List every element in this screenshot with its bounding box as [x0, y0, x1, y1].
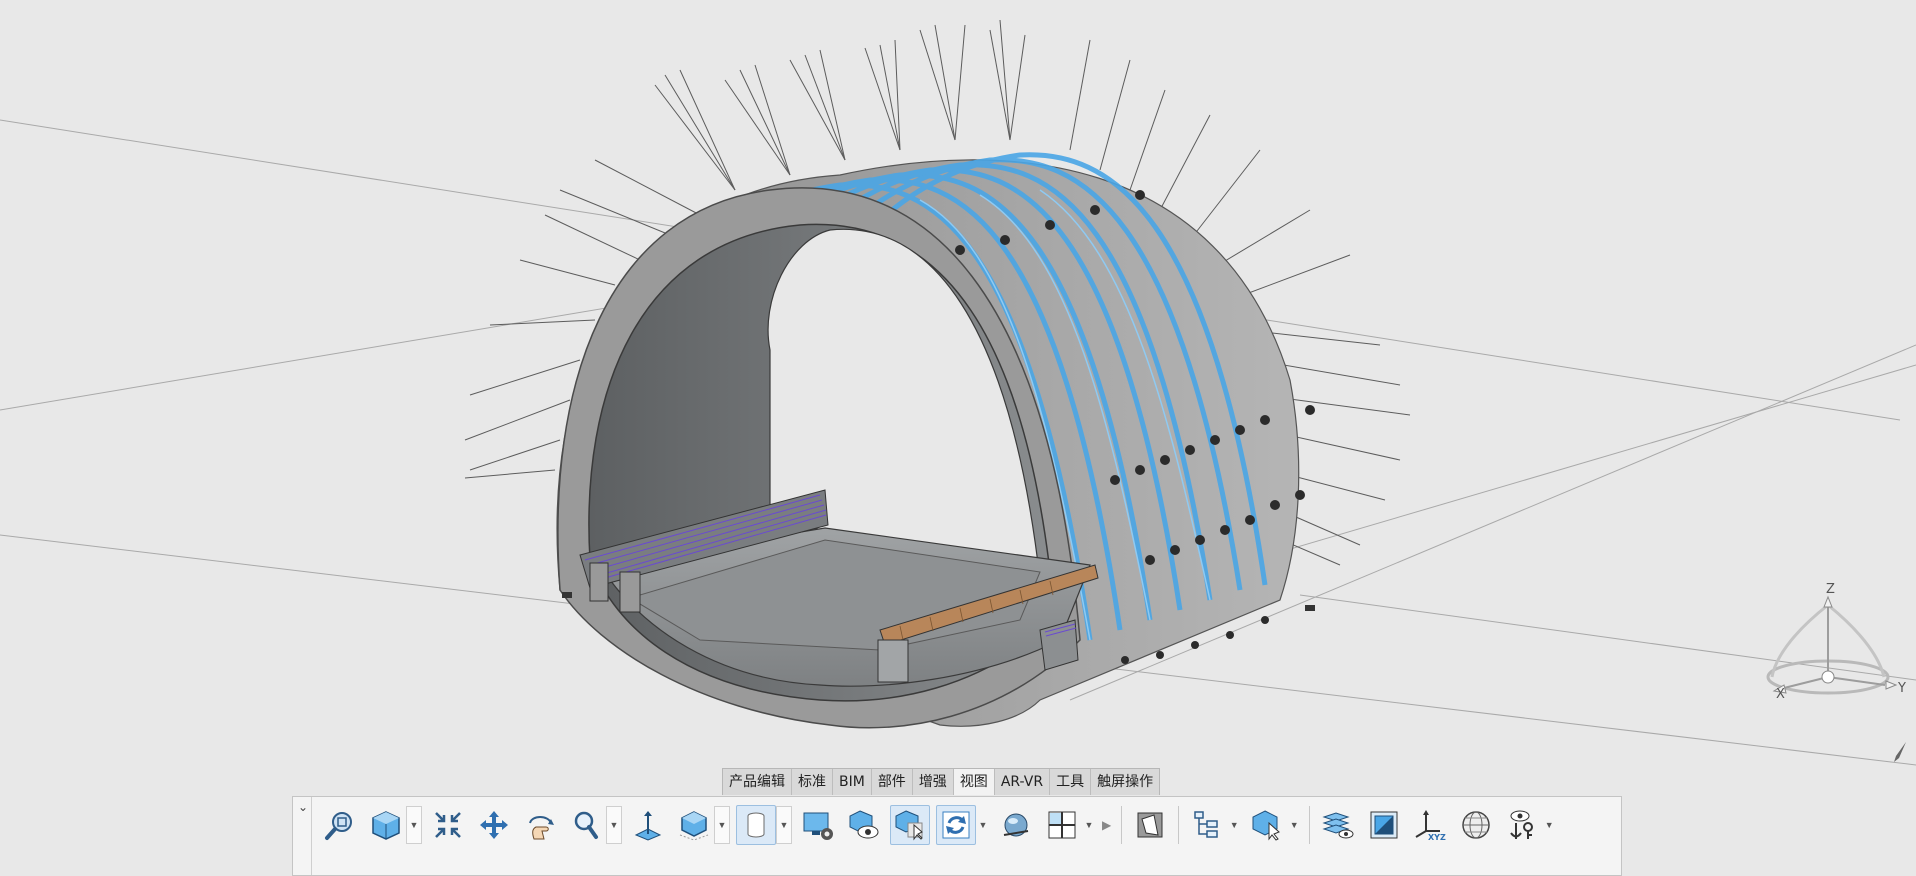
- zoom-dropdown[interactable]: ▼: [606, 806, 622, 844]
- render-mode-icon[interactable]: [674, 805, 714, 845]
- trench-right-box: [877, 639, 909, 683]
- tab-ar-vr[interactable]: AR-VR: [995, 769, 1051, 795]
- lighting-icon[interactable]: [996, 805, 1036, 845]
- tree-dropdown[interactable]: ▼: [1227, 805, 1241, 845]
- tab-part[interactable]: 部件: [872, 769, 913, 795]
- axis-z-label: Z: [1826, 582, 1835, 597]
- tab-standard[interactable]: 标准: [792, 769, 833, 795]
- collapse-toolbar-button[interactable]: ⌄: [296, 800, 310, 814]
- toolbar-separator: [1121, 806, 1123, 844]
- globe-icon[interactable]: [1456, 805, 1496, 845]
- display-settings-icon[interactable]: [798, 805, 838, 845]
- axis-y-label: Y: [1898, 681, 1906, 696]
- tab-enhance[interactable]: 增强: [913, 769, 954, 795]
- toolbar-tools: ▼ ▼ ▼ ▼ ▼ ▼ ▶ ▼ ▼ XYZ ▼: [320, 802, 1562, 848]
- pick-object-icon[interactable]: [1247, 805, 1287, 845]
- toolbar-separator: [1309, 806, 1311, 844]
- show-hide-anchor-icon[interactable]: [1502, 805, 1542, 845]
- more-tools-arrow[interactable]: ▶: [1102, 818, 1111, 832]
- cylinder-dropdown[interactable]: ▼: [776, 806, 792, 844]
- cylinder-display-icon[interactable]: [736, 805, 776, 845]
- ribbon-tab-bar: 产品编辑 标准 BIM 部件 增强 视图 AR-VR 工具 触屏操作: [722, 768, 1161, 795]
- layers-visibility-icon[interactable]: [1318, 805, 1358, 845]
- refresh-dropdown[interactable]: ▼: [976, 805, 990, 845]
- corner-resize-icon[interactable]: [1892, 740, 1910, 764]
- tab-tools[interactable]: 工具: [1050, 769, 1092, 795]
- view-cube-icon[interactable]: [366, 805, 406, 845]
- pan-icon[interactable]: [474, 805, 514, 845]
- zoom-fit-icon[interactable]: [320, 805, 360, 845]
- tab-view[interactable]: 视图: [953, 769, 995, 795]
- split-view-icon[interactable]: [1042, 805, 1082, 845]
- clipping-icon[interactable]: [1130, 805, 1170, 845]
- split-view-dropdown[interactable]: ▼: [1082, 805, 1096, 845]
- zoom-icon[interactable]: [566, 805, 606, 845]
- tab-touch[interactable]: 触屏操作: [1091, 769, 1159, 795]
- view-orientation-gizmo[interactable]: Z X Y: [1760, 582, 1910, 705]
- view-cube-dropdown[interactable]: ▼: [406, 806, 422, 844]
- tab-bim[interactable]: BIM: [833, 769, 872, 795]
- toolbar-separator: [1178, 806, 1180, 844]
- select-filter-icon[interactable]: [890, 805, 930, 845]
- 3d-viewport[interactable]: [0, 0, 1916, 876]
- xyz-axes-icon[interactable]: XYZ: [1410, 805, 1450, 845]
- normal-view-icon[interactable]: [628, 805, 668, 845]
- section-view-icon[interactable]: [1364, 805, 1404, 845]
- show-hide-dropdown[interactable]: ▼: [1542, 805, 1556, 845]
- svg-text:XYZ: XYZ: [1428, 833, 1446, 841]
- pick-object-dropdown[interactable]: ▼: [1287, 805, 1301, 845]
- toolbar-divider: [311, 797, 312, 875]
- shrink-icon[interactable]: [428, 805, 468, 845]
- tunnel-model-render: [0, 19, 1916, 766]
- rotate-hand-icon[interactable]: [520, 805, 560, 845]
- visibility-eye-icon[interactable]: [844, 805, 884, 845]
- render-mode-dropdown[interactable]: ▼: [714, 806, 730, 844]
- refresh-icon[interactable]: [936, 805, 976, 845]
- tree-icon[interactable]: [1187, 805, 1227, 845]
- tab-product-edit[interactable]: 产品编辑: [723, 769, 792, 795]
- axis-x-label: X: [1776, 687, 1785, 702]
